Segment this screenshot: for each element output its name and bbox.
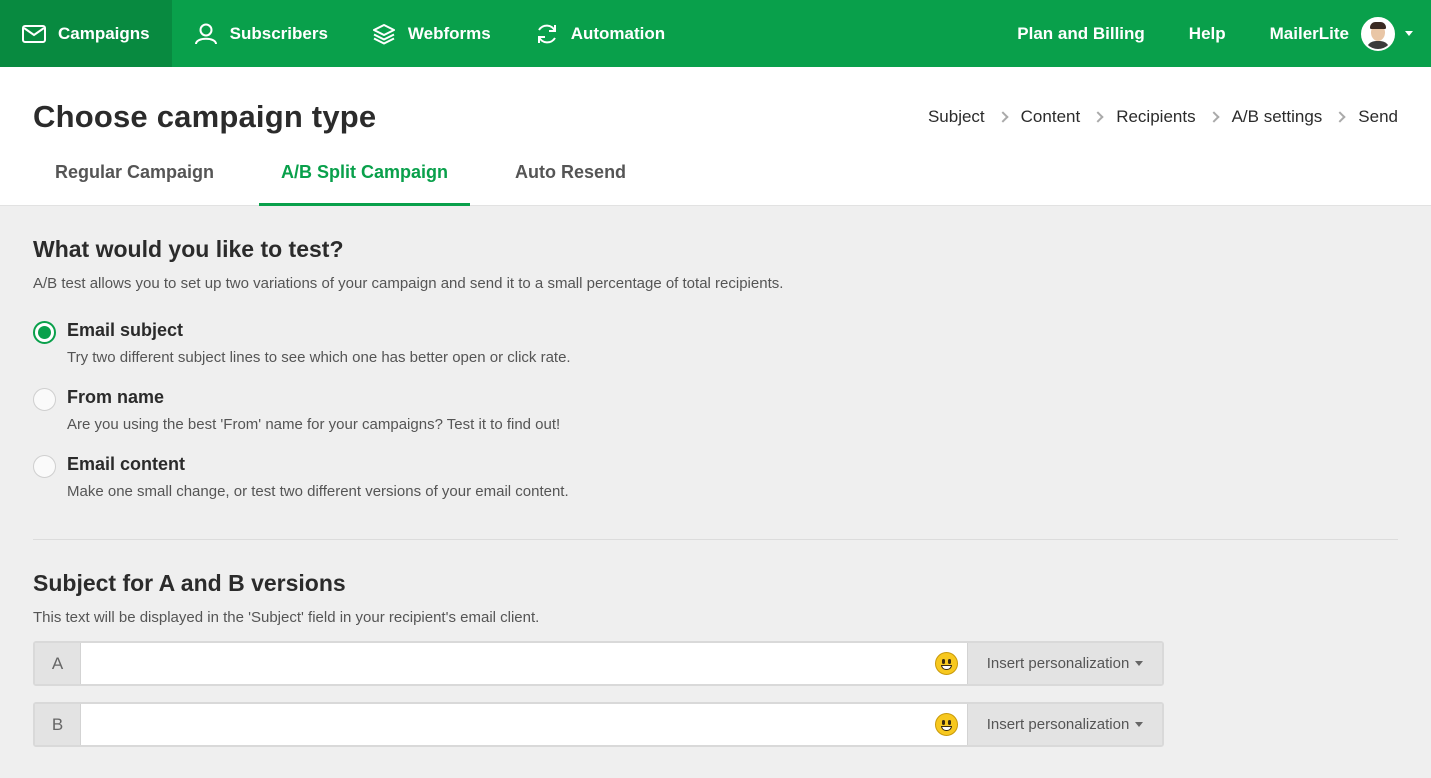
option-description: Try two different subject lines to see w… (67, 349, 571, 366)
nav-automation[interactable]: Automation (513, 0, 687, 67)
account-name: MailerLite (1269, 23, 1349, 43)
chevron-right-icon (1334, 111, 1346, 123)
insert-personalization-label: Insert personalization (986, 716, 1130, 733)
step-content[interactable]: Content (1021, 107, 1081, 127)
step-recipients[interactable]: Recipients (1116, 107, 1195, 127)
tab-ab-split-campaign[interactable]: A/B Split Campaign (259, 154, 471, 206)
subject-a-input-wrap (80, 643, 968, 684)
option-description: Are you using the best 'From' name for y… (67, 416, 561, 433)
top-navigation: Campaigns Subscribers Webforms Automatio… (0, 0, 1431, 67)
radio-email-content[interactable] (33, 455, 56, 478)
nav-campaigns-label: Campaigns (58, 23, 150, 43)
insert-personalization-button[interactable]: Insert personalization (968, 704, 1162, 745)
subject-section-title: Subject for A and B versions (33, 570, 346, 596)
nav-plan-billing[interactable]: Plan and Billing (995, 24, 1167, 44)
option-title: Email content (67, 454, 186, 474)
option-email-content[interactable]: Email content Make one small change, or … (33, 454, 569, 500)
smiley-icon[interactable] (935, 713, 958, 736)
nav-automation-label: Automation (570, 23, 666, 43)
user-icon (194, 23, 217, 44)
radio-from-name[interactable] (33, 388, 56, 411)
nav-campaigns[interactable]: Campaigns (0, 0, 172, 67)
chevron-down-icon (1135, 661, 1144, 666)
step-ab-settings[interactable]: A/B settings (1232, 107, 1323, 127)
option-title: From name (67, 387, 165, 407)
refresh-icon (537, 24, 556, 43)
smiley-icon[interactable] (935, 652, 958, 675)
chevron-right-icon (1207, 111, 1220, 123)
subject-b-label: B (35, 704, 80, 745)
test-section-description: A/B test allows you to set up two variat… (33, 275, 784, 292)
nav-subscribers-label: Subscribers (229, 23, 328, 43)
chevron-right-icon (1092, 111, 1104, 123)
breadcrumb: Subject Content Recipients A/B settings … (928, 107, 1398, 127)
insert-personalization-label: Insert personalization (986, 655, 1130, 672)
step-send[interactable]: Send (1358, 107, 1398, 127)
avatar (1361, 16, 1395, 51)
subject-row-a: A Insert personalization (33, 641, 1164, 686)
nav-webforms[interactable]: Webforms (350, 0, 513, 67)
option-from-name[interactable]: From name Are you using the best 'From' … (33, 387, 560, 433)
test-section-title: What would you like to test? (33, 236, 344, 262)
option-email-subject[interactable]: Email subject Try two different subject … (33, 320, 571, 366)
chevron-down-icon (1135, 722, 1144, 727)
subject-row-b: B Insert personalization (33, 702, 1164, 747)
nav-help[interactable]: Help (1167, 24, 1248, 44)
radio-email-subject[interactable] (33, 321, 56, 344)
nav-right-group: Plan and Billing Help MailerLite (995, 0, 1431, 67)
insert-personalization-button[interactable]: Insert personalization (968, 643, 1162, 684)
subject-a-label: A (35, 643, 80, 684)
page-title: Choose campaign type (33, 99, 377, 134)
nav-subscribers[interactable]: Subscribers (172, 0, 350, 67)
chevron-down-icon (1405, 31, 1413, 36)
layers-icon (372, 23, 395, 44)
account-menu[interactable]: MailerLite (1248, 16, 1431, 51)
subject-b-input[interactable] (81, 704, 967, 745)
campaign-type-tabs: Regular Campaign A/B Split Campaign Auto… (33, 154, 648, 206)
step-subject[interactable]: Subject (928, 107, 985, 127)
subject-b-input-wrap (80, 704, 968, 745)
option-title: Email subject (67, 320, 184, 340)
chevron-right-icon (996, 111, 1009, 123)
option-description: Make one small change, or test two diffe… (67, 483, 569, 500)
nav-webforms-label: Webforms (407, 23, 491, 43)
subject-a-input[interactable] (81, 643, 967, 684)
page-header: Choose campaign type Subject Content Rec… (0, 67, 1431, 206)
subject-section-description: This text will be displayed in the 'Subj… (33, 609, 540, 626)
section-divider (33, 539, 1398, 540)
envelope-icon (22, 24, 46, 43)
tab-auto-resend[interactable]: Auto Resend (493, 154, 648, 206)
tab-regular-campaign[interactable]: Regular Campaign (33, 154, 236, 206)
